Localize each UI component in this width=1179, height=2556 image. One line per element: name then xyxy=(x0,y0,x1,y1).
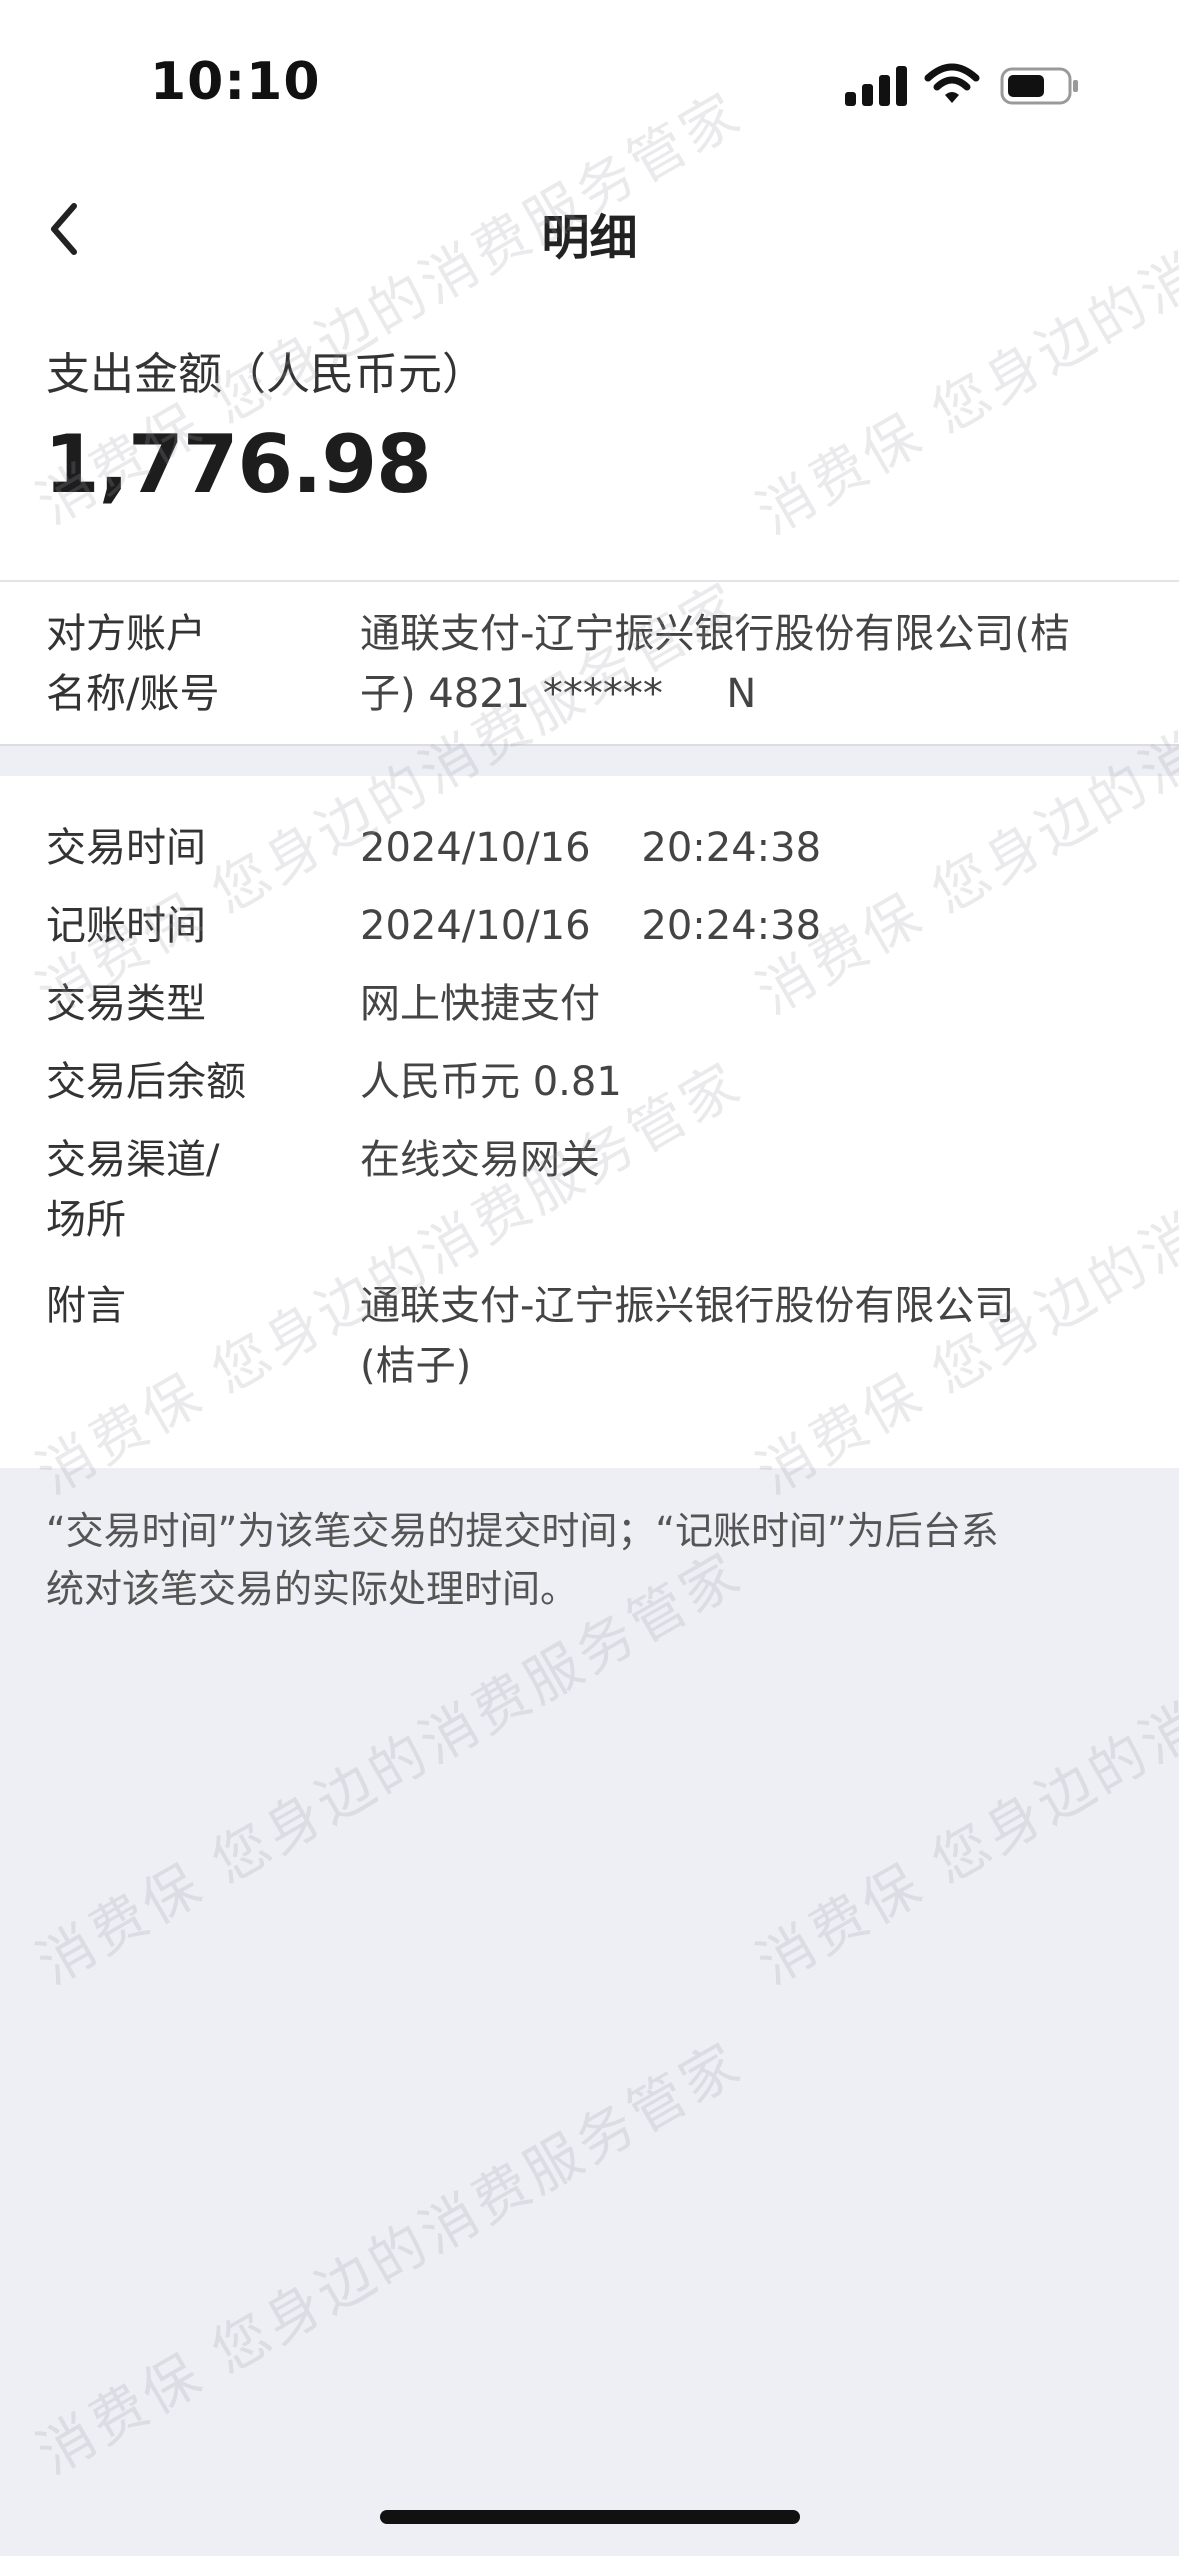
transaction-type-value: 网上快捷支付 xyxy=(360,981,600,1027)
posting-time-label: 记账时间 xyxy=(46,903,206,949)
remark-value: 通联支付-辽宁振兴银行股份有限公司 (桔子) xyxy=(360,1276,1130,1396)
page-title: 明细 xyxy=(541,210,638,266)
footnote: “交易时间”为该笔交易的提交时间；“记账时间”为后台系 统对该笔交易的实际处理时… xyxy=(46,1502,1136,1618)
cellular-signal-icon xyxy=(845,64,907,106)
home-indicator[interactable] xyxy=(380,2510,800,2524)
status-bar: 10:10 xyxy=(0,0,1179,170)
footnote-line2: 统对该笔交易的实际处理时间。 xyxy=(46,1567,579,1611)
counterparty-value: 通联支付-辽宁振兴银行股份有限公司(桔 子) 4821 ****** N xyxy=(360,604,1130,724)
channel-label: 交易渠道/ 场所 xyxy=(46,1130,219,1250)
navigation-bar: 明细 xyxy=(0,170,1179,290)
battery-icon xyxy=(1000,66,1080,106)
counterparty-account-section: 对方账户 名称/账号 通联支付-辽宁振兴银行股份有限公司(桔 子) 4821 *… xyxy=(0,580,1179,746)
transaction-time-value: 2024/10/16 20:24:38 xyxy=(360,825,822,871)
counterparty-label-line1: 对方账户 xyxy=(46,611,206,657)
remark-value-line1: 通联支付-辽宁振兴银行股份有限公司 xyxy=(360,1283,1015,1329)
balance-after-value: 人民币元 0.81 xyxy=(360,1059,622,1105)
watermark-text: 消费保 您身边的消费服务管家 xyxy=(26,2030,754,2488)
counterparty-value-line2: 子) 4821 ****** N xyxy=(360,671,757,717)
amount-label: 支出金额（人民币元） xyxy=(46,349,486,400)
counterparty-value-line1: 通联支付-辽宁振兴银行股份有限公司(桔 xyxy=(360,611,1071,657)
status-time: 10:10 xyxy=(150,52,321,112)
counterparty-label: 对方账户 名称/账号 xyxy=(46,604,296,724)
channel-label-line1: 交易渠道/ xyxy=(46,1137,220,1183)
amount-value: 1,776.98 xyxy=(44,418,432,511)
channel-label-line2: 场所 xyxy=(46,1197,126,1243)
wifi-icon xyxy=(924,62,980,106)
transaction-time-label: 交易时间 xyxy=(46,825,206,871)
channel-value: 在线交易网关 xyxy=(360,1137,600,1183)
transaction-type-label: 交易类型 xyxy=(46,981,206,1027)
posting-time-value: 2024/10/16 20:24:38 xyxy=(360,903,822,949)
counterparty-label-line2: 名称/账号 xyxy=(46,671,220,717)
remark-value-line2: (桔子) xyxy=(360,1343,472,1389)
balance-after-label: 交易后余额 xyxy=(46,1059,246,1105)
transaction-details-section: 交易时间 2024/10/16 20:24:38 记账时间 2024/10/16… xyxy=(0,776,1179,1468)
footnote-line1: “交易时间”为该笔交易的提交时间；“记账时间”为后台系 xyxy=(46,1509,999,1553)
remark-label: 附言 xyxy=(46,1283,126,1329)
